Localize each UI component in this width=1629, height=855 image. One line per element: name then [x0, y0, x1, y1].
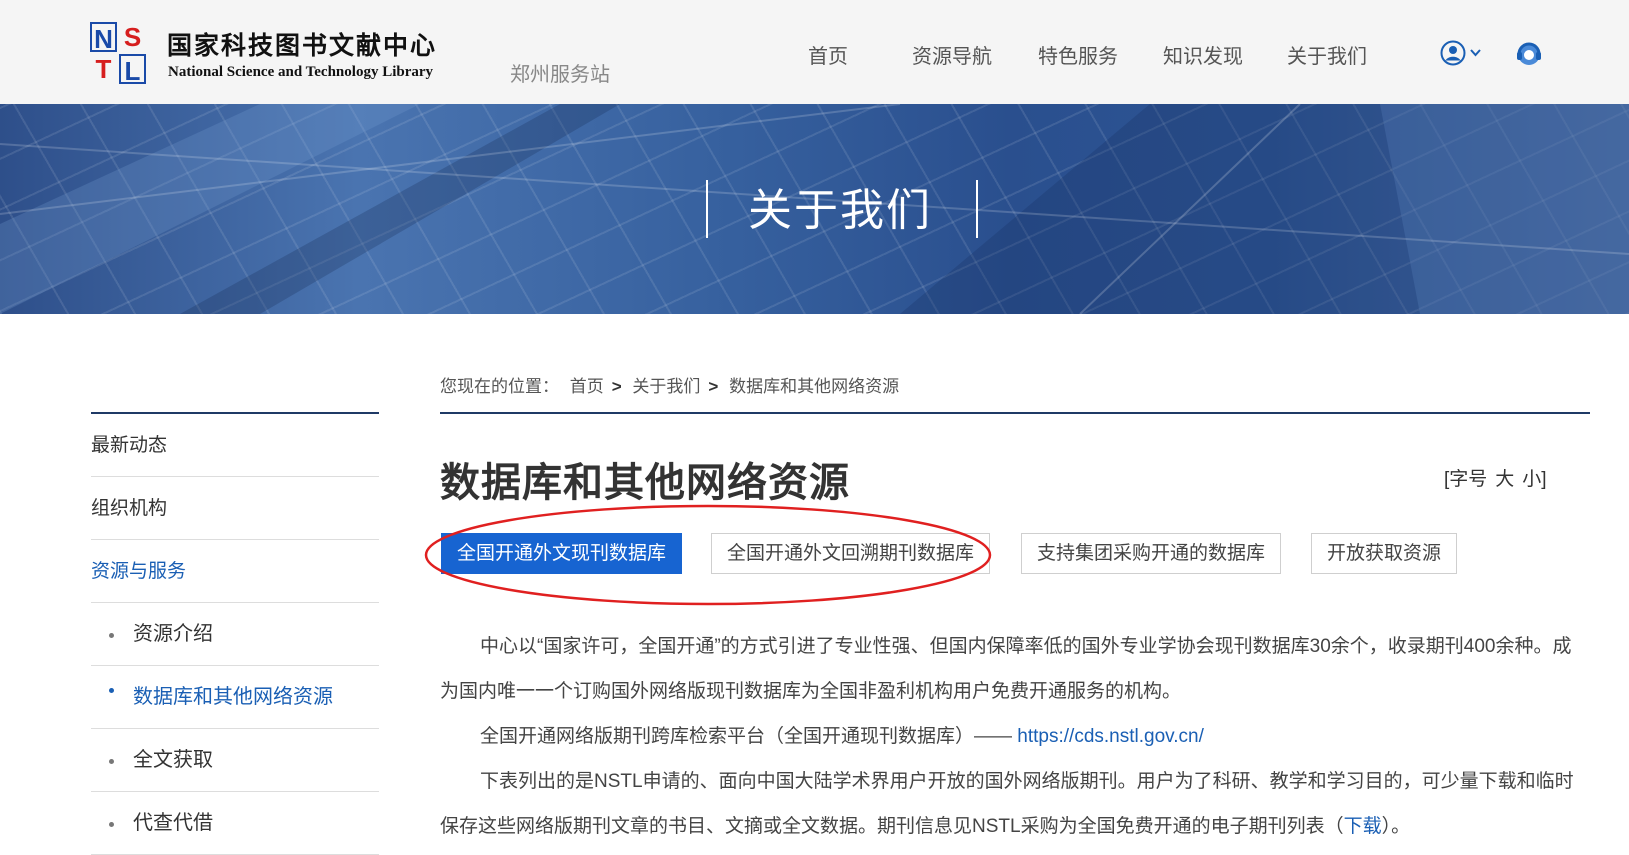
logo-letter-l: L	[119, 54, 146, 86]
tab-group-purchase-db[interactable]: 支持集团采购开通的数据库	[1021, 533, 1282, 574]
tab-backfile-journals-db[interactable]: 全国开通外文回溯期刊数据库	[711, 533, 991, 574]
site-header: N S T L 国家科技图书文献中心 National Science and …	[0, 0, 1629, 104]
nstl-logo[interactable]: N S T L	[90, 22, 146, 86]
sidebar-subitem-resource-intro[interactable]: 资源介绍	[91, 603, 379, 666]
bullet-dot	[109, 759, 114, 764]
font-size-control: [字号大小]	[1444, 464, 1547, 491]
org-name-en[interactable]: National Science and Technology Library	[168, 64, 433, 81]
sidebar-subitem-label: 代查代借	[133, 812, 213, 834]
breadcrumb: 您现在的位置： 首页 > 关于我们 > 数据库和其他网络资源	[440, 372, 905, 397]
banner-title: 关于我们	[748, 186, 932, 235]
main-top-rule	[440, 412, 1590, 414]
page-title: 数据库和其他网络资源	[440, 461, 850, 505]
journal-list-end: ）。	[1381, 816, 1411, 837]
org-name-cn[interactable]: 国家科技图书文献中心	[167, 26, 437, 62]
platform-text: 全国开通网络版期刊跨库检索平台（全国开通现刊数据库）——	[480, 726, 1013, 747]
sidebar-subitem-databases[interactable]: 数据库和其他网络资源	[91, 666, 379, 729]
nav-home[interactable]: 首页	[808, 40, 848, 69]
logo-letter-s: S	[123, 22, 142, 52]
sidebar-subitem-label: 数据库和其他网络资源	[133, 686, 333, 708]
bullet-dot	[109, 822, 114, 827]
help-icon[interactable]	[1515, 40, 1543, 68]
sidebar-subitem-label: 全文获取	[133, 749, 213, 771]
download-link[interactable]: 下载	[1344, 816, 1382, 837]
breadcrumb-separator: >	[611, 377, 622, 396]
breadcrumb-prefix: 您现在的位置：	[440, 377, 559, 396]
font-size-label: [字号	[1444, 469, 1488, 490]
logo-letter-n: N	[90, 22, 117, 54]
page-banner: 关于我们	[0, 104, 1629, 314]
sidebar-item-latest-news[interactable]: 最新动态	[91, 414, 379, 477]
sidebar-subitem-fulltext[interactable]: 全文获取	[91, 729, 379, 792]
user-icon[interactable]	[1440, 40, 1488, 66]
journal-list-paragraph: 下表列出的是NSTL申请的、面向中国大陆学术界用户开放的国外网络版期刊。用户为了…	[440, 759, 1590, 849]
breadcrumb-separator: >	[708, 377, 719, 396]
sidebar-item-organization[interactable]: 组织机构	[91, 477, 379, 540]
chevron-down-icon	[1470, 49, 1481, 57]
tab-current-journals-db[interactable]: 全国开通外文现刊数据库	[441, 533, 683, 574]
breadcrumb-current[interactable]: 数据库和其他网络资源	[729, 377, 899, 396]
nav-featured-services[interactable]: 特色服务	[1038, 40, 1118, 69]
station-name: 郑州服务站	[510, 64, 610, 86]
sidebar-item-resources-services[interactable]: 资源与服务	[91, 540, 379, 603]
tab-open-access[interactable]: 开放获取资源	[1311, 533, 1458, 574]
nav-knowledge-discovery[interactable]: 知识发现	[1163, 40, 1243, 69]
bullet-dot	[109, 688, 114, 693]
breadcrumb-about-us[interactable]: 关于我们	[632, 377, 700, 396]
sidebar-subitem-proxy-borrow[interactable]: 代查代借	[91, 792, 379, 855]
breadcrumb-home[interactable]: 首页	[570, 377, 604, 396]
logo-letter-t: T	[95, 54, 112, 84]
intro-paragraph: 中心以“国家许可，全国开通”的方式引进了专业性强、但国内保障率低的国外专业学协会…	[440, 636, 1572, 702]
banner-bar-right	[976, 180, 978, 238]
bullet-dot	[109, 633, 114, 638]
nav-resource-navigation[interactable]: 资源导航	[912, 40, 992, 69]
platform-paragraph: 全国开通网络版期刊跨库检索平台（全国开通现刊数据库）—— https://cds…	[440, 714, 1590, 759]
cds-link[interactable]: https://cds.nstl.gov.cn/	[1017, 726, 1204, 747]
font-size-large-button[interactable]: 大	[1495, 469, 1514, 490]
nav-about-us[interactable]: 关于我们	[1287, 40, 1367, 69]
sidebar-subitem-label: 资源介绍	[133, 623, 213, 645]
font-size-small-button[interactable]: 小]	[1522, 469, 1546, 490]
